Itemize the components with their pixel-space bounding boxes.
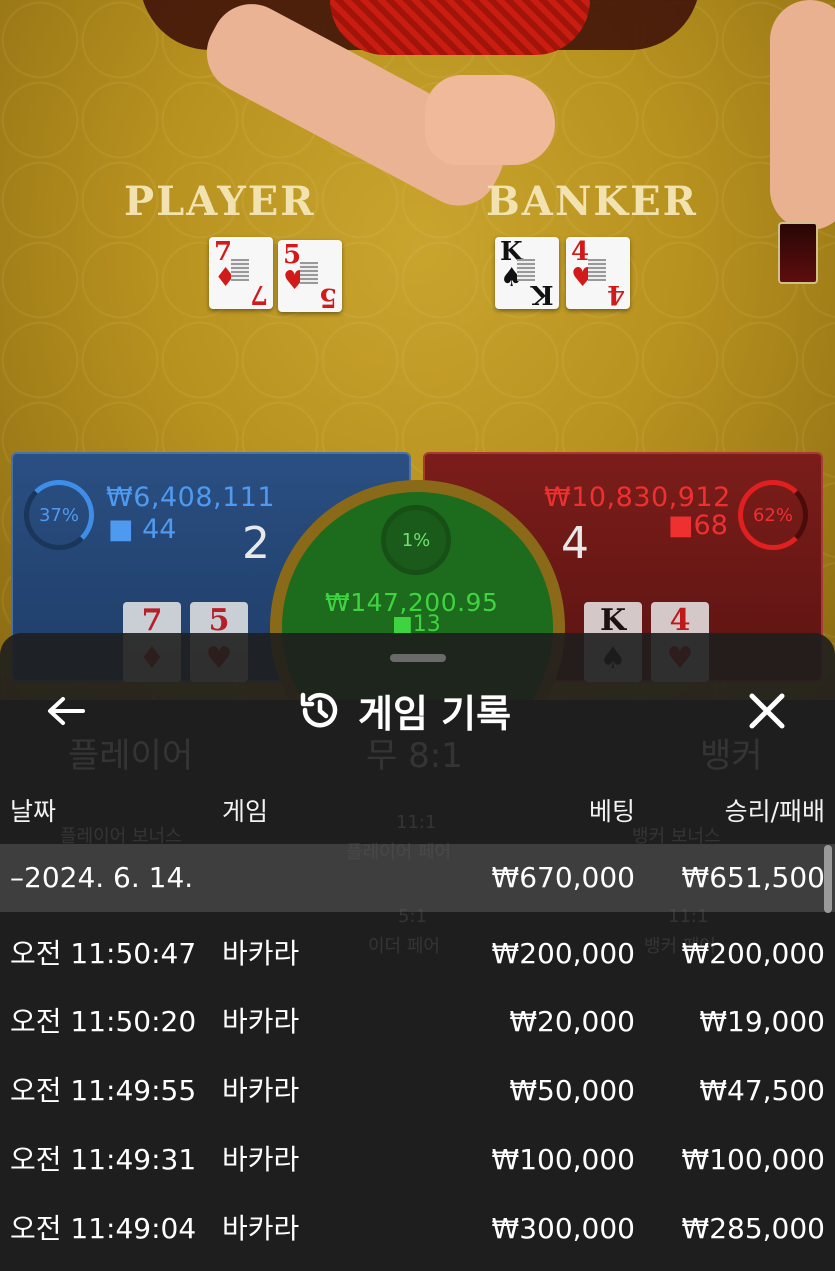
history-icon — [300, 692, 338, 728]
ghost-player-label: 플레이어 — [68, 736, 194, 776]
player-total-amount: ₩6,408,111 — [106, 482, 276, 513]
date-group-date: –2024. 6. 14. — [10, 861, 194, 894]
row-bet: ₩20,000 — [509, 1005, 635, 1038]
row-game: 바카라 — [222, 1212, 300, 1245]
banker-score: 4 — [561, 518, 589, 569]
close-icon — [749, 693, 785, 729]
banker-total-amount: ₩10,830,912 — [544, 482, 731, 513]
date-group-result-total: ₩651,500 — [681, 861, 825, 894]
row-game: 바카라 — [222, 937, 300, 970]
row-result: ₩19,000 — [699, 1005, 825, 1038]
history-scrollbar[interactable] — [824, 845, 832, 913]
banker-bettor-count: ■68 — [668, 510, 728, 541]
row-result: ₩285,000 — [681, 1212, 825, 1245]
table-player-label: PLAYER — [124, 178, 316, 225]
row-time: 오전 11:49:04 — [10, 1212, 197, 1245]
row-result: ₩200,000 — [681, 937, 825, 970]
banker-percent-ring: 62% — [738, 480, 808, 550]
tie-percent-ring: 1% — [381, 505, 451, 575]
column-header-date: 날짜 — [10, 797, 57, 826]
row-time: 오전 11:50:20 — [10, 1005, 197, 1038]
history-row[interactable]: 오전 11:50:20 바카라 ₩20,000 ₩19,000 — [0, 988, 835, 1056]
date-group-row[interactable]: –2024. 6. 14. ₩670,000 ₩651,500 — [0, 844, 835, 912]
row-time: 오전 11:49:55 — [10, 1074, 197, 1107]
row-result: ₩100,000 — [681, 1143, 825, 1176]
user-icon: ■ — [108, 514, 134, 545]
row-bet: ₩300,000 — [491, 1212, 635, 1245]
arrow-left-icon — [48, 697, 85, 725]
row-time: 오전 11:49:31 — [10, 1143, 197, 1176]
back-button[interactable] — [40, 688, 90, 734]
player-score: 2 — [242, 518, 270, 569]
row-bet: ₩100,000 — [491, 1143, 635, 1176]
ghost-player-pair-odds: 11:1 — [396, 812, 437, 833]
dealer-hand — [425, 75, 555, 165]
row-result: ₩47,500 — [699, 1074, 825, 1107]
history-row[interactable]: 오전 11:49:04 바카라 ₩300,000 ₩285,000 — [0, 1195, 835, 1263]
player-card-1: 7 ♦ 7 — [209, 237, 273, 309]
table-banker-label: BANKER — [486, 178, 698, 225]
row-bet: ₩50,000 — [509, 1074, 635, 1107]
row-game: 바카라 — [222, 1005, 300, 1038]
column-header-result: 승리/패배 — [724, 797, 825, 826]
row-bet: ₩200,000 — [491, 937, 635, 970]
sheet-title: 게임 기록 — [296, 680, 511, 740]
user-icon: ■ — [668, 510, 694, 541]
player-percent-ring: 37% — [24, 480, 94, 550]
row-time: 오전 11:50:47 — [10, 937, 197, 970]
dealer-dress — [330, 0, 590, 55]
banker-card-2: 4 ♥ 4 — [566, 237, 630, 309]
card-shoe — [778, 222, 818, 284]
history-row[interactable]: 오전 11:49:31 바카라 ₩100,000 ₩100,000 — [0, 1126, 835, 1194]
history-row[interactable]: 오전 11:50:47 바카라 ₩200,000 ₩200,000 — [0, 920, 835, 988]
column-header-game: 게임 — [222, 797, 269, 826]
row-game: 바카라 — [222, 1143, 300, 1176]
dealer-arm-right — [770, 0, 835, 230]
date-group-bet-total: ₩670,000 — [491, 861, 635, 894]
sheet-drag-handle[interactable] — [390, 654, 446, 662]
row-game: 바카라 — [222, 1074, 300, 1107]
column-header-bet: 베팅 — [588, 797, 635, 826]
player-card-2: 5 ♥ 5 — [278, 240, 342, 312]
banker-card-1: K ♠ K — [495, 237, 559, 309]
player-bettor-count: ■ 44 — [108, 514, 177, 545]
history-row[interactable]: 오전 11:49:55 바카라 ₩50,000 ₩47,500 — [0, 1057, 835, 1125]
sheet-title-text: 게임 기록 — [358, 691, 512, 736]
close-button[interactable] — [740, 686, 794, 736]
